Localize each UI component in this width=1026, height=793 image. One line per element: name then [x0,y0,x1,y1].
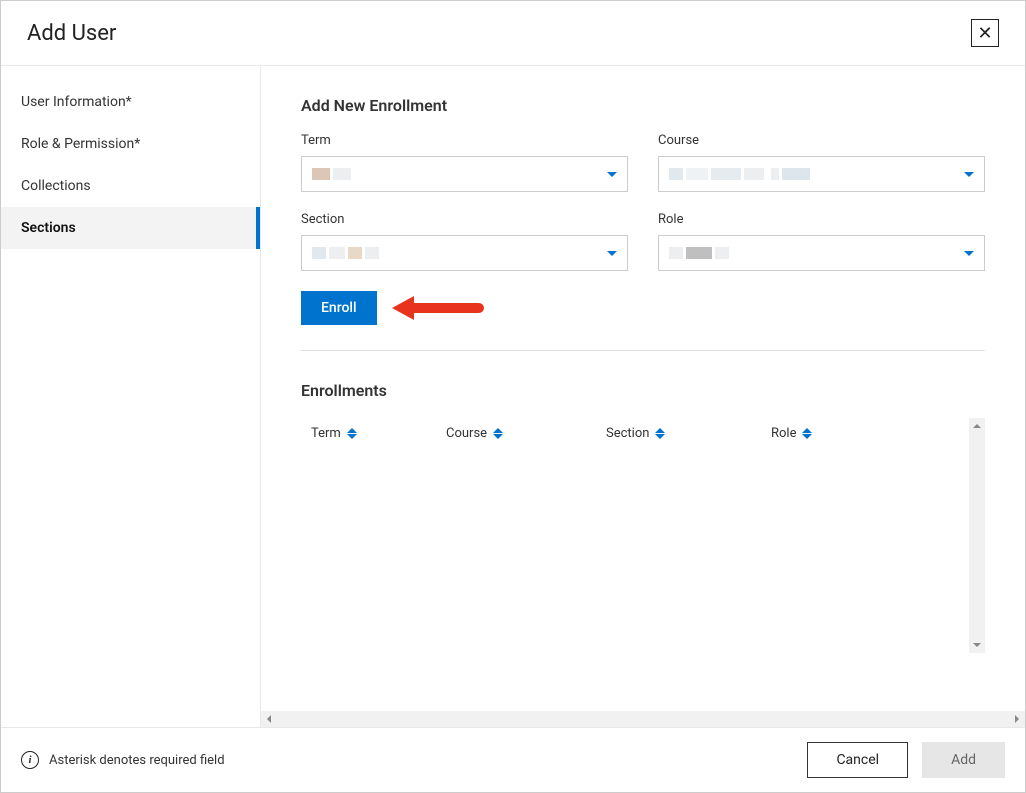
enroll-button[interactable]: Enroll [301,291,377,325]
caret-down-icon [964,172,974,177]
col-header-term[interactable]: Term [311,426,436,441]
section-label: Section [301,212,628,227]
scroll-down-icon[interactable] [969,637,985,653]
sidebar-item-label: Sections [21,220,76,236]
sidebar-item-label: Role & Permission* [21,136,140,152]
dialog-header: Add User ✕ [1,1,1025,66]
info-icon: i [21,751,39,769]
course-label: Course [658,133,985,148]
footer-note-group: i Asterisk denotes required field [21,751,225,769]
form-row-1: Term Course [301,133,985,192]
col-header-course[interactable]: Course [446,426,596,441]
col-header-role[interactable]: Role [771,426,891,441]
role-value [669,247,729,259]
sidebar-item-sections[interactable]: Sections [1,207,260,249]
course-value [669,168,810,180]
footer-actions: Cancel Add [807,742,1005,778]
close-icon: ✕ [977,23,992,44]
term-label: Term [301,133,628,148]
section-dropdown[interactable] [301,235,628,271]
dialog-body: User Information* Role & Permission* Col… [1,66,1025,727]
term-group: Term [301,133,628,192]
course-dropdown[interactable] [658,156,985,192]
close-button[interactable]: ✕ [971,19,999,47]
scroll-right-icon[interactable] [1015,715,1019,723]
divider [301,350,985,351]
caret-down-icon [607,172,617,177]
add-enrollment-title: Add New Enrollment [301,96,985,115]
cancel-button[interactable]: Cancel [807,742,908,778]
scroll-up-icon[interactable] [969,418,985,434]
sort-icon [347,428,357,439]
col-label: Role [771,426,796,441]
sidebar: User Information* Role & Permission* Col… [1,66,261,727]
role-dropdown[interactable] [658,235,985,271]
horizontal-scrollbar[interactable] [261,711,1025,727]
section-value [312,247,379,259]
sort-icon [493,428,503,439]
sidebar-item-role-permission[interactable]: Role & Permission* [1,123,260,165]
sidebar-item-user-information[interactable]: User Information* [1,81,260,123]
dialog-footer: i Asterisk denotes required field Cancel… [1,727,1025,792]
col-label: Course [446,426,487,441]
arrow-annotation [392,296,484,320]
role-label: Role [658,212,985,227]
sort-icon [655,428,665,439]
add-button[interactable]: Add [922,742,1005,778]
col-header-section[interactable]: Section [606,426,761,441]
main-wrap: Add New Enrollment Term Course [261,66,1025,727]
table-header: Term Course Section [301,418,969,449]
scroll-left-icon[interactable] [267,715,271,723]
term-value [312,168,351,180]
caret-down-icon [607,251,617,256]
footer-note: Asterisk denotes required field [49,753,225,768]
sidebar-item-label: User Information* [21,94,132,110]
section-group: Section [301,212,628,271]
table-body [301,449,969,669]
sidebar-item-collections[interactable]: Collections [1,165,260,207]
sort-icon [802,428,812,439]
vertical-scrollbar[interactable] [969,418,985,653]
col-label: Section [606,426,649,441]
arrow-body [414,303,484,313]
form-row-2: Section Role [301,212,985,271]
enroll-row: Enroll [301,291,985,325]
term-dropdown[interactable] [301,156,628,192]
arrow-left-icon [392,296,414,320]
enrollments-title: Enrollments [301,381,985,400]
caret-down-icon [964,251,974,256]
dialog-title: Add User [27,21,116,46]
col-label: Term [311,426,341,441]
sidebar-item-label: Collections [21,178,91,194]
enrollments-table: Term Course Section [301,418,985,669]
role-group: Role [658,212,985,271]
course-group: Course [658,133,985,192]
main-content: Add New Enrollment Term Course [261,66,1025,727]
